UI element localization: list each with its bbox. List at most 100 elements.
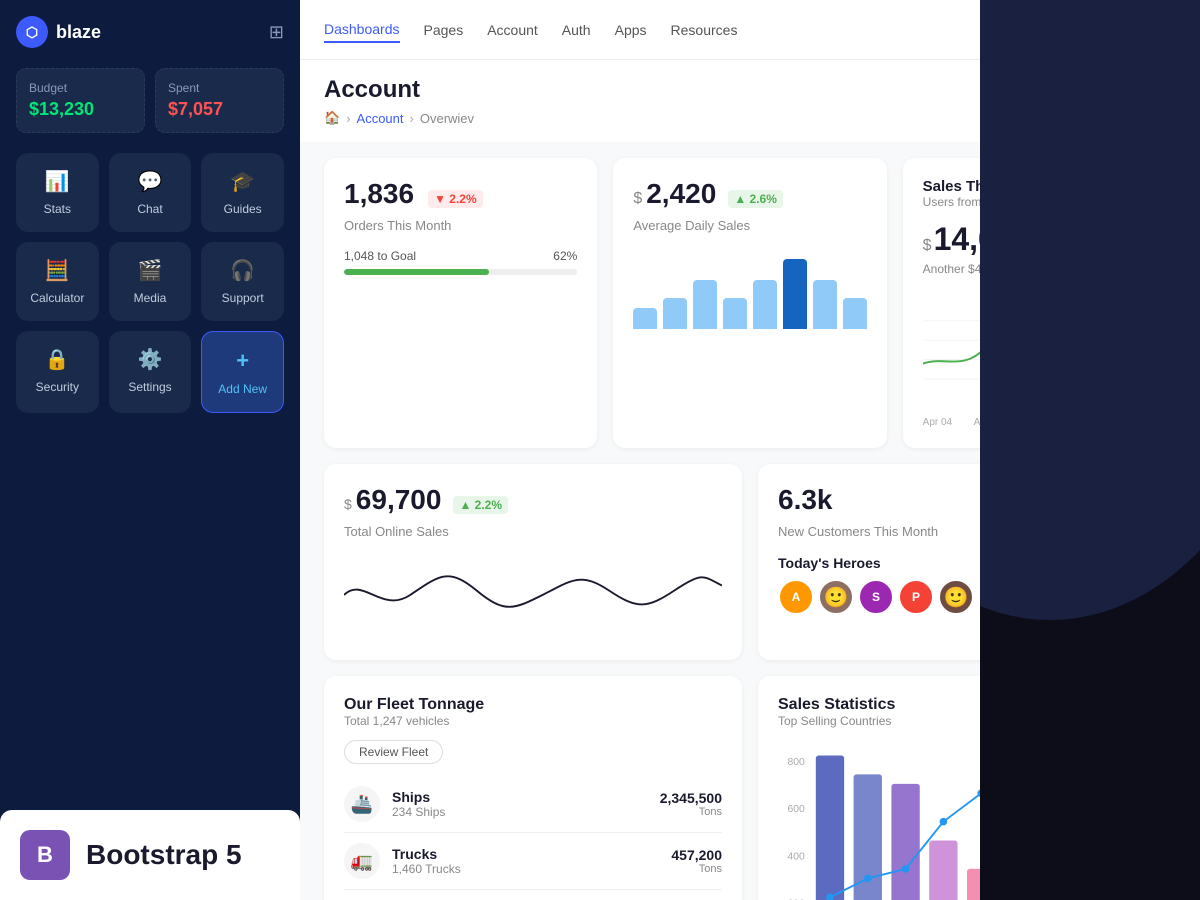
fleet-row-trucks: 🚛 Trucks 1,460 Trucks 457,200 Tons bbox=[344, 833, 722, 890]
sidebar-item-media[interactable]: 🎬 Media bbox=[109, 242, 192, 321]
sidebar-item-label: Stats bbox=[44, 202, 71, 216]
daily-sales-value: 2,420 bbox=[646, 178, 716, 210]
breadcrumb-current: Overwiev bbox=[420, 111, 474, 126]
fleet-row-planes: ✈️ Planes 8 Aircrafts 1,240 Tons bbox=[344, 890, 722, 900]
sidebar-item-settings[interactable]: ⚙️ Settings bbox=[109, 331, 192, 413]
orders-label: Orders This Month bbox=[344, 218, 577, 233]
chat-icon: 💬 bbox=[138, 169, 163, 194]
budget-label: Budget bbox=[29, 81, 132, 95]
bar bbox=[663, 298, 687, 330]
sidebar-item-support[interactable]: 🎧 Support bbox=[201, 242, 284, 321]
bootstrap-icon: B bbox=[20, 830, 70, 880]
logo-text: blaze bbox=[56, 22, 101, 43]
sidebar-item-guides[interactable]: 🎓 Guides bbox=[201, 153, 284, 232]
sidebar-header: ⬡ blaze ⊞ bbox=[16, 16, 284, 48]
top-nav-links: Dashboards Pages Account Auth Apps Resou… bbox=[324, 17, 737, 43]
spent-value: $7,057 bbox=[168, 99, 271, 120]
currency-symbol: $ bbox=[633, 190, 642, 208]
online-sales-label: Total Online Sales bbox=[344, 524, 722, 539]
support-icon: 🎧 bbox=[230, 258, 255, 283]
guides-icon: 🎓 bbox=[230, 169, 255, 194]
breadcrumb-account[interactable]: Account bbox=[357, 111, 404, 126]
sidebar-item-label: Add New bbox=[218, 382, 267, 396]
sidebar-item-label: Calculator bbox=[30, 291, 84, 305]
budget-value: $13,230 bbox=[29, 99, 132, 120]
sidebar-item-security[interactable]: 🔒 Security bbox=[16, 331, 99, 413]
daily-sales-chart bbox=[633, 249, 866, 329]
nav-link-dashboards[interactable]: Dashboards bbox=[324, 17, 400, 43]
orders-value: 1,836 bbox=[344, 178, 414, 210]
ships-name: Ships bbox=[392, 789, 445, 805]
bootstrap-badge: B Bootstrap 5 bbox=[0, 810, 300, 900]
spent-label: Spent bbox=[168, 81, 271, 95]
wave-chart bbox=[344, 555, 722, 635]
online-sales-value: 69,700 bbox=[356, 484, 442, 516]
sm-currency: $ bbox=[923, 237, 932, 255]
trucks-icon: 🚛 bbox=[344, 843, 380, 879]
daily-sales-change: ▲ 2.6% bbox=[728, 190, 783, 208]
sidebar: ⬡ blaze ⊞ Budget $13,230 Spent $7,057 📊 … bbox=[0, 0, 300, 900]
bootstrap-label: Bootstrap 5 bbox=[86, 839, 242, 871]
orders-change: ▼ 2.2% bbox=[428, 190, 483, 208]
daily-sales-card: $ 2,420 ▲ 2.6% Average Daily Sales bbox=[613, 158, 886, 448]
sidebar-item-chat[interactable]: 💬 Chat bbox=[109, 153, 192, 232]
nav-link-apps[interactable]: Apps bbox=[615, 18, 647, 42]
nav-link-account[interactable]: Account bbox=[487, 18, 538, 42]
hero-avatar: P bbox=[898, 579, 934, 615]
orders-card: 1,836 ▼ 2.2% Orders This Month 1,048 to … bbox=[324, 158, 597, 448]
trucks-value: 457,200 Tons bbox=[671, 847, 722, 875]
daily-sales-label: Average Daily Sales bbox=[633, 218, 866, 233]
budget-cards: Budget $13,230 Spent $7,057 bbox=[16, 68, 284, 133]
breadcrumb: 🏠 › Account › Overwiev bbox=[324, 110, 474, 126]
trucks-info: Trucks 1,460 Trucks bbox=[392, 846, 461, 876]
sidebar-item-label: Settings bbox=[128, 380, 171, 394]
nav-grid: 📊 Stats 💬 Chat 🎓 Guides 🧮 Calculator 🎬 M… bbox=[16, 153, 284, 413]
page-title: Account bbox=[324, 76, 474, 104]
hero-avatar: A bbox=[778, 579, 814, 615]
bar bbox=[633, 308, 657, 329]
sidebar-menu-icon[interactable]: ⊞ bbox=[269, 22, 284, 43]
sidebar-item-label: Chat bbox=[137, 202, 162, 216]
hero-avatar: 🙂 bbox=[938, 579, 974, 615]
online-sales-card: $ 69,700 ▲ 2.2% Total Online Sales bbox=[324, 464, 742, 660]
settings-icon: ⚙️ bbox=[138, 347, 163, 372]
online-sales-change: ▲ 2.2% bbox=[453, 496, 508, 514]
spent-card: Spent $7,057 bbox=[155, 68, 284, 133]
sidebar-item-label: Guides bbox=[224, 202, 262, 216]
fleet-card: Our Fleet Tonnage Total 1,247 vehicles R… bbox=[324, 676, 742, 900]
goal-text: 1,048 to Goal bbox=[344, 249, 416, 263]
sidebar-item-label: Media bbox=[134, 291, 167, 305]
bar bbox=[693, 280, 717, 329]
breadcrumb-home[interactable]: 🏠 bbox=[324, 110, 340, 126]
add-new-icon: + bbox=[236, 348, 249, 374]
svg-text:400: 400 bbox=[787, 851, 805, 862]
hero-avatar: 🙂 bbox=[818, 579, 854, 615]
sidebar-item-add-new[interactable]: + Add New bbox=[201, 331, 284, 413]
new-customers-value: 6.3k bbox=[778, 484, 833, 516]
nav-link-resources[interactable]: Resources bbox=[671, 18, 738, 42]
right-overlay bbox=[980, 0, 1200, 900]
hero-avatar: S bbox=[858, 579, 894, 615]
sidebar-item-label: Support bbox=[222, 291, 264, 305]
fleet-title: Our Fleet Tonnage bbox=[344, 696, 722, 714]
sidebar-item-calculator[interactable]: 🧮 Calculator bbox=[16, 242, 99, 321]
bar bbox=[753, 280, 777, 329]
trucks-sub: 1,460 Trucks bbox=[392, 862, 461, 876]
sidebar-item-label: Security bbox=[36, 380, 79, 394]
bar bbox=[783, 259, 807, 329]
review-fleet-button[interactable]: Review Fleet bbox=[344, 740, 443, 764]
stats-icon: 📊 bbox=[45, 169, 70, 194]
security-icon: 🔒 bbox=[45, 347, 70, 372]
os-currency: $ bbox=[344, 496, 352, 512]
fleet-subtitle: Total 1,247 vehicles bbox=[344, 714, 722, 728]
logo-icon: ⬡ bbox=[16, 16, 48, 48]
bar bbox=[843, 298, 867, 330]
nav-link-pages[interactable]: Pages bbox=[424, 18, 464, 42]
ships-sub: 234 Ships bbox=[392, 805, 445, 819]
svg-text:800: 800 bbox=[787, 757, 805, 768]
nav-link-auth[interactable]: Auth bbox=[562, 18, 591, 42]
bar bbox=[813, 280, 837, 329]
progress-fill bbox=[344, 269, 489, 275]
sidebar-item-stats[interactable]: 📊 Stats bbox=[16, 153, 99, 232]
fleet-row-ships: 🚢 Ships 234 Ships 2,345,500 Tons bbox=[344, 776, 722, 833]
